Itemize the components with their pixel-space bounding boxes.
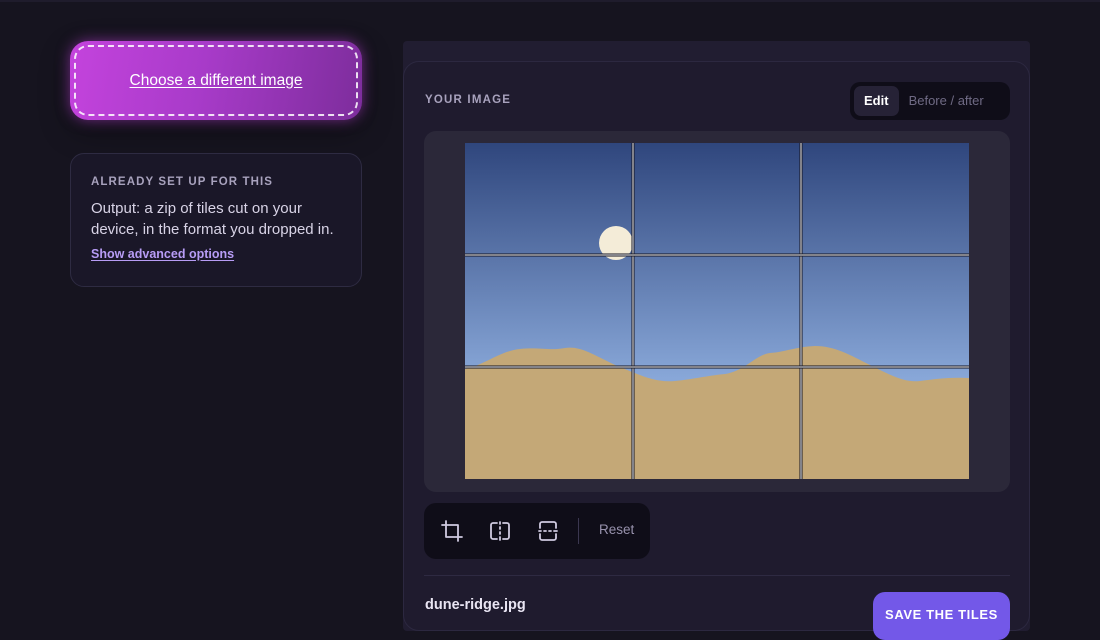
save-tiles-button[interactable]: SAVE THE TILES [873,592,1010,640]
top-bar [0,0,1100,2]
image-panel: YOUR IMAGE Edit Before / after Reset dun… [403,61,1030,640]
tab-before-after[interactable]: Before / after [899,86,994,116]
footer-divider [424,575,1010,576]
setup-info-card: ALREADY SET UP FOR THIS Output: a zip of… [70,153,362,287]
setup-info-text: Output: a zip of tiles cut on your devic… [91,200,334,238]
split-horizontal-icon[interactable] [536,519,560,543]
toolbar-divider [578,518,579,544]
panel-title: YOUR IMAGE [425,94,512,106]
setup-info-eyebrow: ALREADY SET UP FOR THIS [91,176,274,188]
dune-image [465,143,969,479]
tab-edit[interactable]: Edit [854,86,899,116]
image-preview[interactable] [465,143,969,479]
crop-icon[interactable] [440,519,464,543]
image-canvas [424,131,1010,492]
advanced-options-link[interactable]: Show advanced options [91,247,234,261]
choose-image-button[interactable]: Choose a different image [70,41,362,120]
split-vertical-icon[interactable] [488,519,512,543]
edit-toolbar: Reset [424,503,650,559]
view-mode-switch: Edit Before / after [850,82,1010,120]
reset-button[interactable]: Reset [599,522,634,537]
choose-image-label: Choose a different image [129,71,303,89]
file-name: dune-ridge.jpg [425,597,526,613]
